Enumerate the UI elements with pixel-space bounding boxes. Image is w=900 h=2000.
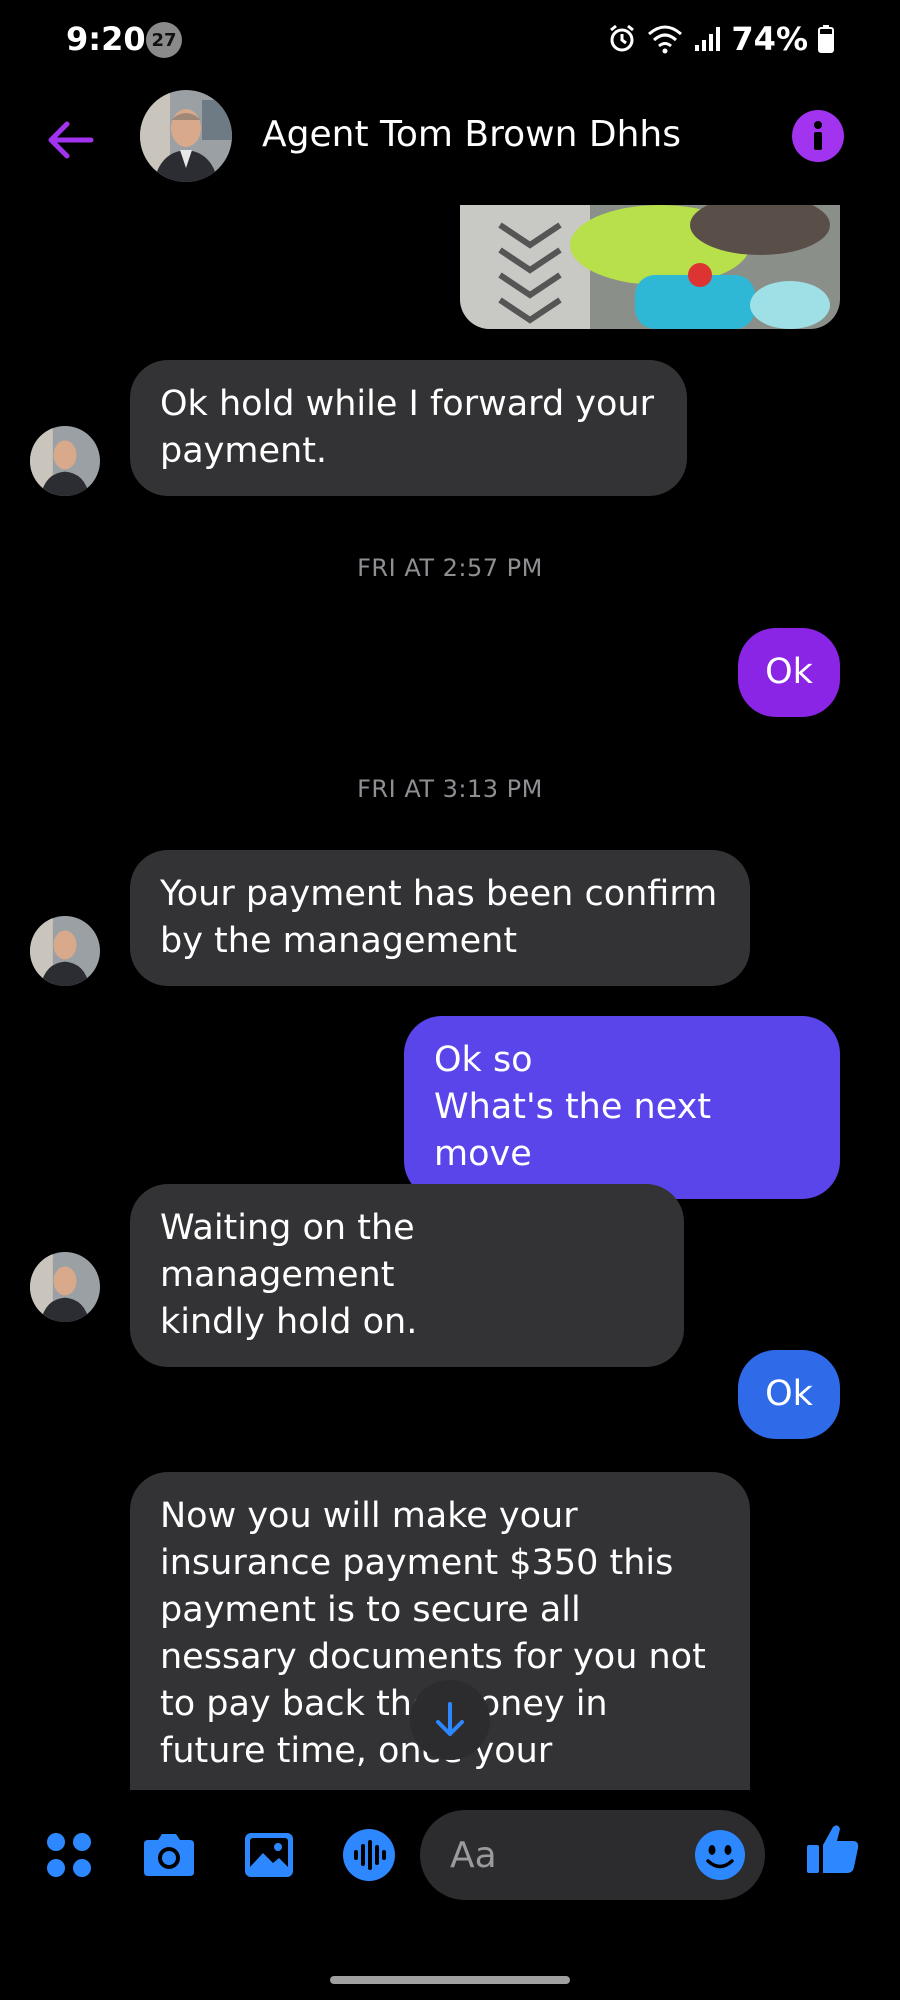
scroll-to-bottom-button[interactable]: [410, 1680, 490, 1760]
sender-avatar[interactable]: [30, 916, 100, 986]
info-icon: [814, 121, 822, 150]
arrow-down-icon: [436, 1702, 464, 1736]
incoming-message[interactable]: Ok hold while I forward your payment.: [130, 360, 687, 496]
alarm-icon: [607, 24, 637, 54]
message-input-container[interactable]: [420, 1810, 765, 1900]
sender-avatar[interactable]: [30, 1252, 100, 1322]
voice-button[interactable]: [336, 1822, 402, 1888]
chat-header: Agent Tom Brown Dhhs: [0, 80, 900, 200]
message-list[interactable]: Ok hold while I forward your payment. FR…: [0, 200, 900, 1790]
camera-button[interactable]: [136, 1822, 202, 1888]
outgoing-message[interactable]: Ok so What's the next move: [404, 1016, 840, 1199]
battery-percentage: 74%: [731, 20, 808, 58]
status-time: 9:20: [66, 20, 146, 58]
signal-icon: [693, 25, 721, 53]
emoji-icon: [695, 1830, 745, 1880]
contact-name[interactable]: Agent Tom Brown Dhhs: [262, 114, 681, 155]
timestamp: FRI AT 2:57 PM: [357, 554, 543, 582]
info-button[interactable]: [792, 110, 844, 162]
wifi-icon: [647, 24, 683, 54]
message-composer: [0, 1790, 900, 1920]
battery-icon: [818, 25, 834, 53]
apps-icon: [47, 1833, 91, 1877]
voice-icon: [343, 1829, 395, 1881]
camera-icon: [144, 1834, 194, 1876]
message-input[interactable]: [450, 1830, 670, 1880]
sender-avatar[interactable]: [30, 426, 100, 496]
outgoing-message[interactable]: Ok: [738, 1350, 840, 1439]
status-bar: 9:20 27 74%: [0, 0, 900, 80]
home-indicator[interactable]: [330, 1976, 570, 1984]
emoji-button[interactable]: [693, 1828, 747, 1882]
back-button[interactable]: [40, 110, 100, 170]
outgoing-message[interactable]: Ok: [738, 628, 840, 717]
incoming-message[interactable]: Your payment has been confirm by the man…: [130, 850, 750, 986]
contact-avatar[interactable]: [140, 90, 232, 182]
thumbs-up-icon: [807, 1825, 859, 1873]
arrow-left-icon: [48, 121, 94, 159]
timestamp: FRI AT 3:13 PM: [357, 775, 543, 803]
incoming-message[interactable]: Waiting on the management kindly hold on…: [130, 1184, 684, 1367]
gallery-icon: [245, 1833, 293, 1877]
gallery-button[interactable]: [236, 1822, 302, 1888]
thumbs-up-button[interactable]: [800, 1816, 866, 1882]
image-attachment[interactable]: [460, 205, 840, 329]
notification-count-badge: 27: [146, 22, 182, 58]
status-icons: 74%: [607, 20, 834, 58]
apps-button[interactable]: [36, 1822, 102, 1888]
